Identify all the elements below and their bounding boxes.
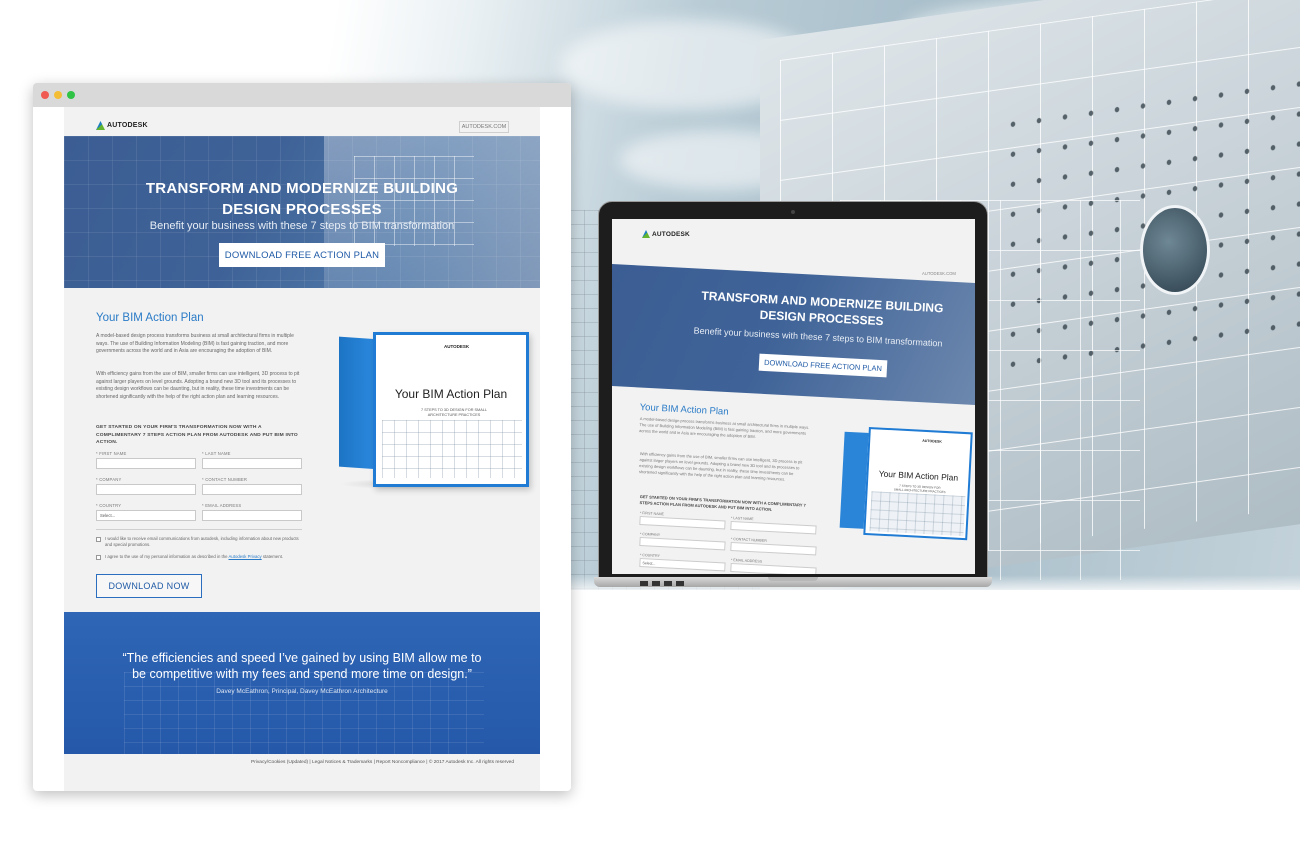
logo-text: AUTODESK: [652, 230, 690, 238]
book-building-sketch: [869, 491, 966, 537]
port-icon: [676, 581, 684, 586]
company-input[interactable]: [96, 484, 196, 495]
email-field: * EMAIL ADDRESS: [730, 558, 817, 574]
browser-window: AUTODESK AUTODESK.COM TRANSFORM AND MODE…: [33, 83, 571, 791]
book-building-sketch: [382, 420, 522, 478]
autodesk-logo[interactable]: AUTODESK: [642, 230, 690, 238]
section-title: Your BIM Action Plan: [96, 312, 204, 324]
first-name-field: * FIRST NAME: [96, 451, 196, 469]
cta-text: GET STARTED ON YOUR FIRM'S TRANSFORMATIO…: [96, 425, 298, 445]
marketing-consent-text: I would like to receive email communicat…: [105, 536, 299, 547]
country-field: * COUNTRY Select...: [639, 553, 726, 572]
form-divider: [96, 529, 302, 530]
country-select[interactable]: Select...: [96, 510, 196, 521]
laptop-lid: AUTODESK AUTODESK.COM TRANSFORM AND MODE…: [598, 201, 988, 579]
book-title: Your BIM Action Plan: [394, 387, 508, 401]
field-label: * LAST NAME: [202, 451, 231, 456]
company-field: * COMPANY: [96, 477, 196, 495]
book-logo: AUTODESK: [922, 438, 942, 444]
laptop-mockup: AUTODESK AUTODESK.COM TRANSFORM AND MODE…: [594, 201, 992, 601]
intro-paragraph: With efficiency gains from the use of BI…: [638, 451, 803, 482]
privacy-consent-label: I agree to the use of my personal inform…: [105, 554, 228, 559]
port-icon: [664, 581, 672, 586]
last-name-field: * LAST NAME: [202, 451, 302, 469]
book-title: Your BIM Action Plan: [878, 468, 959, 483]
download-now-button[interactable]: DOWNLOAD NOW: [96, 574, 202, 598]
privacy-link[interactable]: Autodesk Privacy: [229, 554, 262, 559]
quote-line: be competitive with my fees and spend mo…: [132, 667, 472, 681]
company-field: * COMPANY: [639, 532, 726, 551]
quote-line: “The efficiencies and speed I’ve gained …: [122, 651, 482, 665]
field-label: * COMPANY: [96, 477, 122, 482]
intro-paragraph: A model-based design process transforms …: [96, 333, 294, 355]
contact-number-field: * CONTACT NUMBER: [202, 477, 302, 495]
hero-title-line: DESIGN PROCESSES: [222, 201, 382, 218]
field-label: * FIRST NAME: [96, 451, 127, 456]
logo-text: AUTODESK: [107, 122, 148, 129]
contact-number-field: * CONTACT NUMBER: [730, 537, 817, 556]
marketing-consent-row: I would like to receive email communicat…: [96, 536, 306, 548]
laptop-notch: [768, 577, 818, 581]
privacy-consent-text: I agree to the use of my personal inform…: [105, 554, 283, 560]
autodesk-com-link[interactable]: AUTODESK.COM: [459, 121, 509, 133]
testimonial-quote: “The efficiencies and speed I’ve gained …: [84, 650, 520, 682]
privacy-consent-checkbox[interactable]: [96, 555, 101, 560]
book-subtitle: 7 STEPS TO 3D DESIGN FOR SMALL ARCHITECT…: [421, 408, 487, 417]
autodesk-logo-icon: [642, 230, 650, 238]
field-label: * EMAIL ADDRESS: [202, 503, 242, 508]
minimize-window-button[interactable]: [54, 91, 62, 99]
testimonial-banner: “The efficiencies and speed I’ve gained …: [64, 612, 540, 754]
autodesk-com-link[interactable]: AUTODESK.COM: [922, 271, 956, 276]
book-front-cover: AUTODESK Your BIM Action Plan 7 STEPS TO…: [863, 426, 973, 541]
action-plan-section: Your BIM Action Plan A model-based desig…: [64, 288, 540, 612]
ebook-cover: AUTODESK Your BIM Action Plan 7 STEPS TO…: [339, 328, 529, 493]
hero-subtitle: Benefit your business with these 7 steps…: [149, 220, 455, 232]
port-icon: [652, 581, 660, 586]
email-field: * EMAIL ADDRESS: [202, 503, 302, 521]
contact-number-input[interactable]: [202, 484, 302, 495]
testimonial-author: Davey McEathron, Principal, Davey McEath…: [216, 688, 388, 695]
marketing-consent-checkbox[interactable]: [96, 537, 101, 542]
webcam-icon: [791, 210, 795, 214]
port-icon: [640, 581, 648, 586]
first-name-field: * FIRST NAME: [639, 511, 726, 530]
download-action-plan-button[interactable]: DOWNLOAD FREE ACTION PLAN: [219, 243, 385, 267]
book-logo: AUTODESK: [444, 344, 470, 349]
laptop-screen: AUTODESK AUTODESK.COM TRANSFORM AND MODE…: [612, 219, 975, 574]
section-title: Your BIM Action Plan: [639, 402, 729, 418]
autodesk-logo[interactable]: AUTODESK: [96, 121, 148, 130]
maximize-window-button[interactable]: [67, 91, 75, 99]
email-input[interactable]: [202, 510, 302, 521]
laptop-ports: [640, 581, 684, 586]
intro-paragraph: A model-based design process transforms …: [639, 416, 810, 440]
first-name-input[interactable]: [96, 458, 196, 469]
book-front-cover: AUTODESK Your BIM Action Plan 7 STEPS TO…: [373, 332, 529, 487]
close-window-button[interactable]: [41, 91, 49, 99]
testimonial-building-image: [124, 672, 484, 754]
autodesk-logo-icon: [96, 121, 105, 130]
browser-titlebar: [33, 83, 571, 107]
country-field: * COUNTRY Select...: [96, 503, 196, 521]
field-label: * COUNTRY: [96, 503, 122, 508]
intro-paragraph: With efficiency gains from the use of BI…: [96, 371, 300, 400]
hero-title: TRANSFORM AND MODERNIZE BUILDING DESIGN …: [64, 178, 540, 220]
page-header: AUTODESK AUTODESK.COM: [64, 107, 540, 136]
ebook-cover: AUTODESK Your BIM Action Plan 7 STEPS TO…: [839, 426, 973, 543]
round-window: [1140, 205, 1210, 295]
hero-banner: TRANSFORM AND MODERNIZE BUILDING DESIGN …: [64, 136, 540, 288]
hero-title-line: TRANSFORM AND MODERNIZE BUILDING: [145, 180, 459, 197]
field-label: * CONTACT NUMBER: [202, 477, 248, 482]
footer-links[interactable]: Privacy/Cookies (Updated) | Legal Notice…: [194, 760, 514, 765]
privacy-consent-tail: statement.: [262, 554, 283, 559]
landing-page: AUTODESK AUTODESK.COM TRANSFORM AND MODE…: [64, 107, 540, 791]
last-name-input[interactable]: [202, 458, 302, 469]
last-name-field: * LAST NAME: [730, 516, 817, 535]
privacy-consent-row: I agree to the use of my personal inform…: [96, 554, 306, 560]
